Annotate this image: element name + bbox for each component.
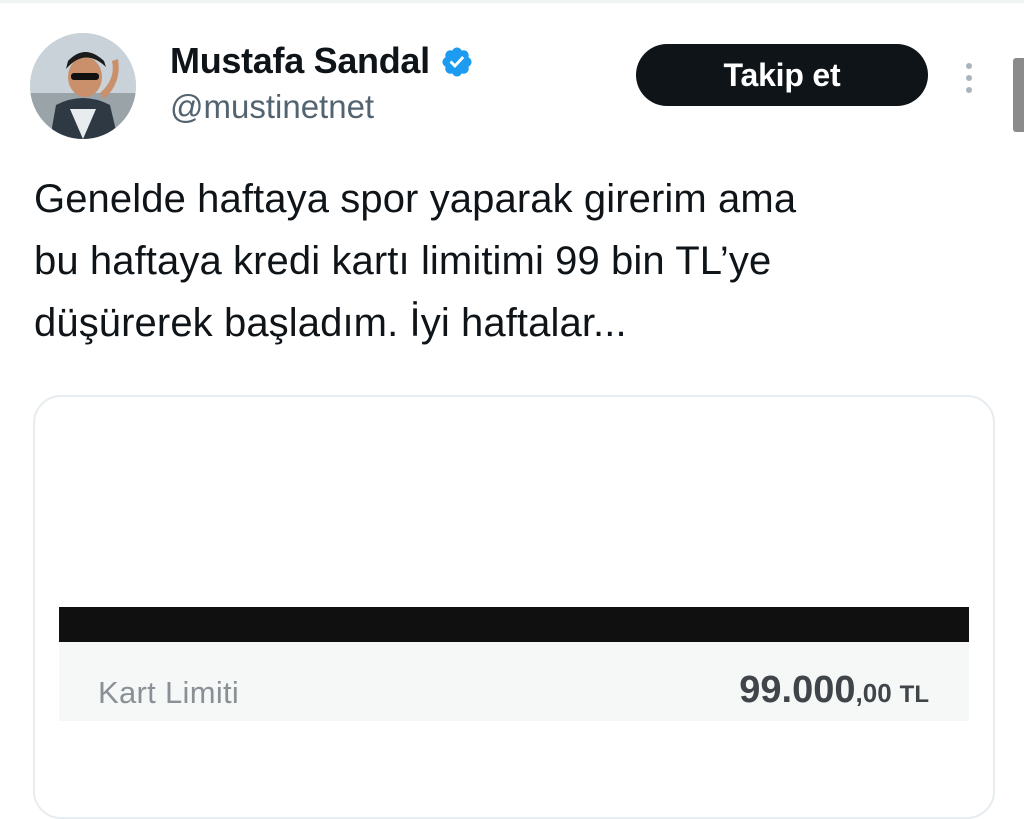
card-limit-currency: TL bbox=[899, 681, 929, 708]
tweet-text-line: bu haftaya kredi kartı limitimi 99 bin T… bbox=[34, 239, 772, 283]
follow-button[interactable]: Takip et bbox=[636, 44, 928, 106]
author-name-text: Mustafa Sandal bbox=[170, 40, 430, 81]
scrollbar[interactable] bbox=[1013, 58, 1024, 132]
author-name[interactable]: Mustafa Sandal bbox=[170, 40, 474, 82]
avatar-image bbox=[30, 33, 136, 139]
tweet-media-card[interactable]: Kart Limiti 99.000,00 TL bbox=[33, 395, 995, 819]
avatar[interactable] bbox=[30, 33, 136, 139]
screenshot-header-bar bbox=[59, 607, 969, 642]
top-divider bbox=[0, 0, 1024, 3]
more-vertical-icon[interactable] bbox=[960, 58, 978, 98]
tweet-text-line: Genelde haftaya spor yaparak girerim ama bbox=[34, 177, 797, 221]
media-screenshot: Kart Limiti 99.000,00 TL bbox=[59, 607, 969, 721]
card-limit-decimal: ,00 bbox=[855, 678, 892, 708]
tweet-text: Genelde haftaya spor yaparak girerim ama… bbox=[34, 168, 994, 354]
card-limit-value: 99.000,00 TL bbox=[739, 669, 929, 712]
tweet-text-line: düşürerek başladım. İyi haftalar... bbox=[34, 301, 627, 345]
verified-badge-icon bbox=[440, 45, 474, 79]
card-limit-label: Kart Limiti bbox=[98, 675, 240, 710]
card-limit-integer: 99.000 bbox=[739, 669, 856, 711]
author-handle[interactable]: @mustinetnet bbox=[170, 88, 374, 126]
